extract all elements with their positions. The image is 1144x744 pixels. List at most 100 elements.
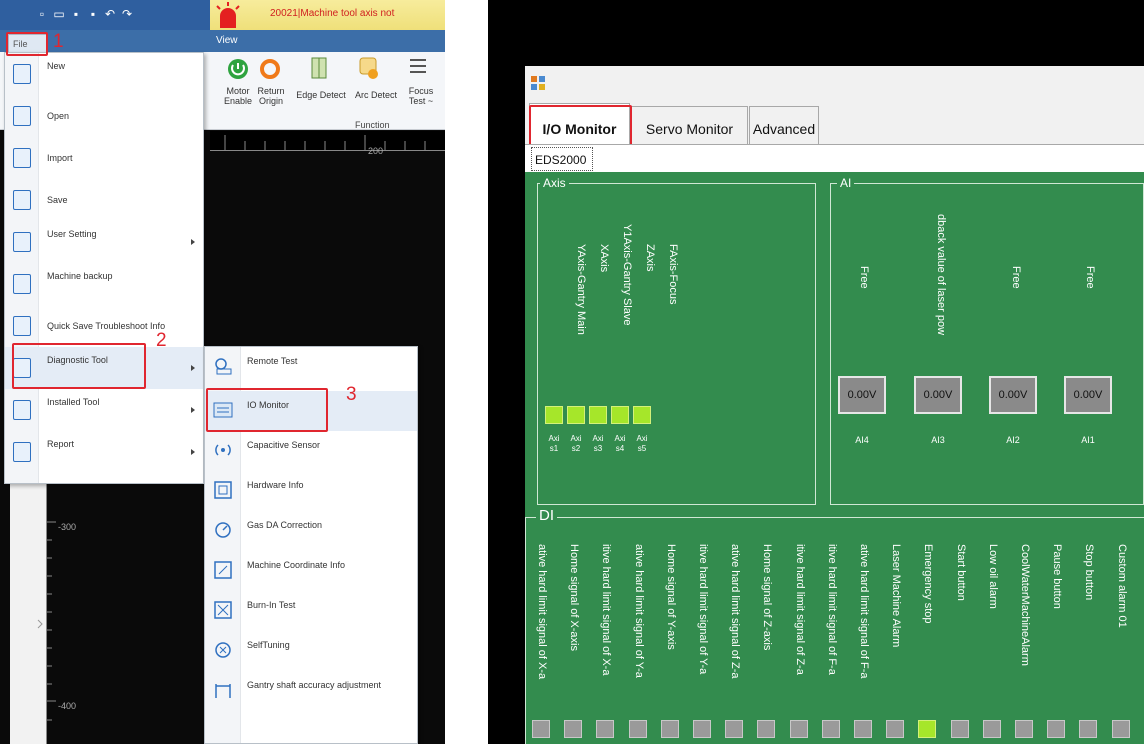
submenu-item-capacitive-sensor[interactable]: Capacitive Sensor (205, 431, 417, 471)
ai-channel-label: Free (858, 266, 870, 289)
di-led (693, 720, 711, 738)
ai-value: 0.00V (847, 389, 877, 401)
return-origin-button[interactable]: Return Origin (255, 86, 287, 106)
di-signal-label: itive hard limit signal of X-a (600, 544, 613, 676)
menu-item-machine-backup[interactable]: Machine backup (5, 263, 203, 305)
submenu-arrow-icon (191, 239, 195, 245)
di-signal-label: ative hard limit signal of Z-a (729, 544, 742, 679)
di-signal-label: Home signal of Z-axis (761, 544, 774, 651)
ai-value: 0.00V (1073, 389, 1103, 401)
submenu-item-selftuning[interactable]: SelfTuning (205, 631, 417, 671)
submenu-item-gantry-adjustment[interactable]: Gantry shaft accuracy adjustment (205, 671, 417, 711)
submenu-item-remote-test[interactable]: Remote Test (205, 347, 417, 387)
save-as-icon[interactable]: ▪ (69, 7, 83, 21)
capacitive-sensor-icon (215, 444, 231, 456)
step-number: 1 (53, 31, 64, 52)
motor-enable-label: Motor Enable (223, 86, 253, 106)
burn-in-icon (214, 601, 232, 619)
menu-item-report[interactable]: Report (5, 431, 203, 473)
ai-channel-label: dback value of laser pow (935, 214, 947, 336)
edge-detect-label: Edge Detect (296, 90, 346, 100)
gas-correction-icon (215, 522, 231, 538)
di-signal-label: Home signal of Y-axis (664, 544, 677, 650)
di-led (660, 720, 679, 738)
submenu-item-burn-in-test[interactable]: Burn-In Test (205, 591, 417, 631)
axis-signal-label: YAxis-Gantry Main (575, 244, 587, 335)
device-tab-eds2000[interactable]: EDS2000 (531, 147, 593, 171)
backup-icon (13, 274, 31, 294)
open-icon[interactable]: ▭ (52, 7, 66, 21)
new-doc-icon[interactable]: ▫ (35, 7, 49, 21)
arc-detect-button[interactable]: Arc Detect (352, 90, 400, 100)
menu-item-label: Save (47, 195, 68, 205)
menu-item-user-setting[interactable]: User Setting (5, 221, 203, 263)
tab-view[interactable]: View (216, 35, 238, 46)
ai-value-box: 0.00V (1064, 376, 1112, 414)
hardware-info-icon (214, 481, 232, 499)
di-led (854, 720, 872, 738)
di-signal-label: Pause button (1051, 544, 1064, 609)
ribbon-tab-bar: View (0, 30, 445, 52)
menu-item-save[interactable]: Save (5, 179, 203, 221)
focus-test-button[interactable]: Focus Test ~ (404, 86, 438, 106)
di-led (757, 720, 776, 738)
ruler-ticks (224, 135, 426, 151)
submenu-arrow-icon (191, 449, 195, 455)
save-disk-icon[interactable]: ▪ (86, 7, 100, 21)
tab-advanced[interactable]: Advanced (749, 106, 819, 144)
window-app-icon (531, 76, 545, 90)
di-led (789, 720, 808, 738)
motor-enable-button[interactable]: Motor Enable (222, 86, 254, 106)
menu-item-open[interactable]: Open (5, 95, 203, 137)
axis-led-label: Axi s2 (570, 434, 582, 453)
di-signal-label: Stop button (1083, 544, 1096, 601)
menu-item-label: Import (47, 153, 73, 163)
ai-value-box: 0.00V (914, 376, 962, 414)
menu-item-label: New (47, 61, 66, 71)
tab-content: EDS2000 Axis YAxis-Gantry Main XAxis Y1A… (525, 144, 1144, 744)
edge-detect-button[interactable]: Edge Detect (291, 90, 351, 100)
di-led (532, 720, 550, 738)
di-led (950, 720, 969, 738)
axis-led-label: Axi s1 (548, 434, 560, 453)
submenu-item-gas-da-correction[interactable]: Gas DA Correction (205, 511, 417, 551)
di-signal-label: itive hard limit signal of F-a (825, 544, 838, 675)
di-group-title: DI (536, 507, 557, 524)
submenu-item-label: Capacitive Sensor (247, 440, 321, 450)
ai-channel-label: Free (1084, 266, 1096, 289)
menu-item-import[interactable]: Import (5, 137, 203, 179)
new-file-icon (13, 64, 31, 84)
open-folder-icon (13, 106, 31, 126)
di-led (1079, 720, 1098, 738)
submenu-item-label: Gantry shaft accuracy adjustment (247, 680, 382, 690)
alarm-message: 20021|Machine tool axis not (270, 8, 395, 19)
di-led (886, 720, 905, 738)
di-signal-label: Start button (954, 544, 967, 601)
redo-icon[interactable]: ↷ (120, 7, 134, 21)
di-signal-label: ative hard limit signal of F-a (858, 544, 870, 679)
di-led (982, 720, 1001, 738)
submenu-item-label: Gas DA Correction (247, 520, 323, 530)
ruler-label: -400 (58, 701, 77, 711)
di-led (821, 720, 840, 738)
di-signal-label: itive hard limit signal of Z-a (793, 544, 806, 675)
save-icon (13, 190, 31, 210)
menu-item-new[interactable]: New (5, 53, 203, 95)
axis-led-label: Axi s4 (614, 434, 626, 453)
di-signal-label: ative hard limit signal of Y-a (632, 544, 645, 678)
import-icon (13, 148, 31, 168)
tab-servo-monitor[interactable]: Servo Monitor (631, 106, 748, 144)
user-setting-icon (13, 232, 31, 252)
submenu-item-machine-coordinate-info[interactable]: Machine Coordinate Info (205, 551, 417, 591)
submenu-item-hardware-info[interactable]: Hardware Info (205, 471, 417, 511)
alarm-bar: 20021|Machine tool axis not (210, 0, 445, 30)
undo-icon[interactable]: ↶ (103, 7, 117, 21)
submenu-item-label: Remote Test (247, 356, 298, 366)
menu-item-quick-save[interactable]: Quick Save Troubleshoot Info (5, 305, 203, 347)
di-signal-label: itive hard limit signal of Y-a (697, 544, 709, 675)
focus-test-label: Focus Test ~ (408, 86, 434, 106)
di-led (596, 720, 615, 738)
di-signal-label: CoolWaterMachineAlarm (1019, 544, 1031, 666)
remote-test-icon (215, 358, 232, 375)
menu-item-installed-tool[interactable]: Installed Tool (5, 389, 203, 431)
